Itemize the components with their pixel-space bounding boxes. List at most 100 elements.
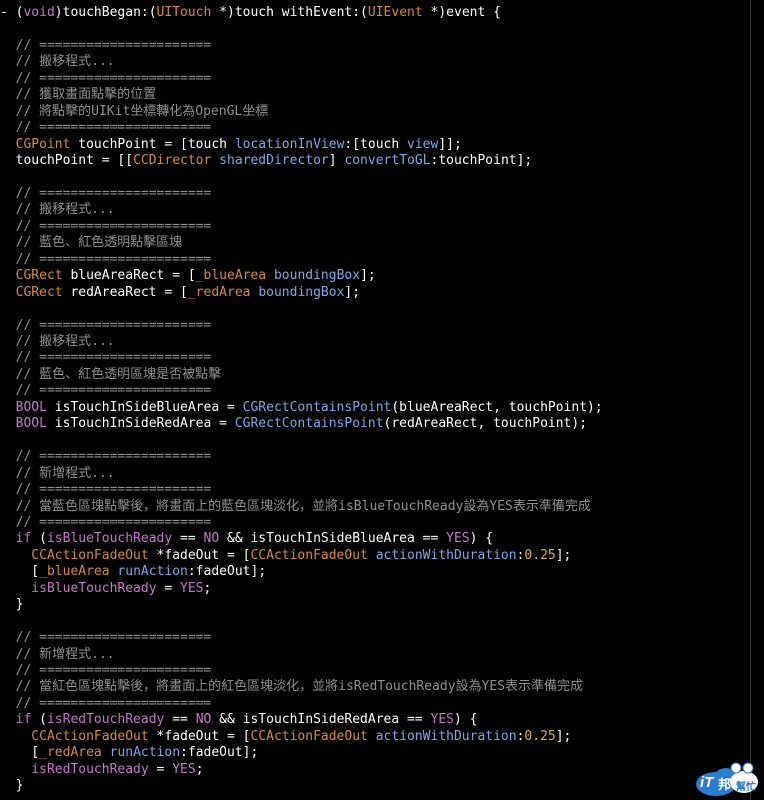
code-token-method: sharedDirector — [219, 153, 329, 169]
code-line[interactable]: // 搬移程式... — [0, 202, 115, 218]
code-line[interactable]: - (void)touchBegan:(UITouch *)touch with… — [0, 5, 501, 21]
code-token-plain: ]; — [555, 728, 572, 744]
code-token-comment: // 藍色、紅色透明區塊是否被點擊 — [0, 366, 222, 382]
code-line[interactable]: CCActionFadeOut *fadeOut = [CCActionFade… — [0, 548, 571, 564]
code-token-comment: // ====================== — [0, 251, 212, 267]
code-line[interactable]: // ====================== — [0, 482, 212, 498]
code-line[interactable]: // ====================== — [0, 449, 212, 465]
ithelp-watermark-logo: iT 邦 幫忙 — [692, 760, 762, 798]
code-line[interactable]: // 搬移程式... — [0, 54, 115, 70]
code-token-plain: ] — [328, 153, 345, 169]
code-token-comment: // ====================== — [0, 350, 212, 366]
code-token-plain: isTouchInSideRedArea = — [46, 416, 235, 432]
code-line[interactable]: CGRect blueAreaRect = [_blueArea boundin… — [0, 268, 376, 284]
code-line[interactable]: // ====================== — [0, 70, 212, 87]
code-token-plain: redAreaRect = [ — [62, 284, 188, 300]
code-token-keyword: YES — [430, 712, 454, 728]
code-line[interactable]: // ====================== — [0, 383, 212, 399]
code-token-comment: // ====================== — [0, 482, 212, 498]
code-token-comment: // ====================== — [0, 218, 212, 234]
code-line[interactable]: if (isRedTouchReady == NO && isTouchInSi… — [0, 712, 478, 728]
code-token-plain: ) { — [453, 712, 478, 728]
code-line[interactable]: // 藍色、紅色透明點擊區塊 — [0, 235, 183, 251]
code-line[interactable]: } — [0, 597, 24, 613]
code-token-type: CCActionFadeOut — [0, 547, 149, 563]
code-token-comment: // 新增程式... — [0, 646, 115, 662]
code-token-plain: touchPoint = [touch — [70, 136, 235, 152]
code-token-keyword: BOOL — [0, 399, 47, 415]
code-token-keyword: YES — [180, 580, 204, 596]
code-line[interactable]: // ====================== — [0, 630, 212, 646]
code-line[interactable]: // ====================== — [0, 38, 212, 54]
code-token-plain: = — [156, 580, 181, 596]
code-token-type: CCDirector — [133, 153, 212, 169]
code-token-comment: // 搬移程式... — [0, 334, 115, 349]
code-line[interactable]: [_blueArea runAction:fadeOut]; — [0, 564, 266, 580]
code-token-keyword: YES — [172, 761, 196, 777]
code-token-plain: [ — [0, 564, 40, 580]
code-token-comment: // ====================== — [0, 70, 212, 86]
code-token-plain: ( — [31, 712, 47, 728]
page-guide-line — [750, 0, 751, 800]
code-token-number: 0.25 — [524, 728, 556, 744]
code-line[interactable]: touchPoint = [[CCDirector sharedDirector… — [0, 153, 533, 169]
code-token-plain: ; — [203, 580, 212, 596]
code-token-plain: ( — [31, 531, 47, 547]
code-line[interactable]: [_redArea runAction:fadeOut]; — [0, 745, 258, 761]
code-token-type: CCActionFadeOut — [250, 728, 368, 744]
code-token-plain: :fadeOut]; — [180, 745, 259, 761]
code-line[interactable]: BOOL isTouchInSideRedArea = CGRectContai… — [0, 416, 587, 432]
code-line[interactable]: // 搬移程式... — [0, 334, 115, 350]
code-token-keyword: if — [0, 531, 32, 547]
code-token-method: locationInView — [234, 136, 345, 152]
code-line[interactable]: // ====================== — [0, 120, 212, 136]
code-line[interactable]: CCActionFadeOut *fadeOut = [CCActionFade… — [0, 729, 571, 745]
code-token-keyword: YES — [446, 531, 470, 547]
code-token-type: CGRect — [0, 284, 63, 300]
code-line[interactable]: // 當紅色區塊點擊後，將畫面上的紅色區塊淡化，並將isRedTouchRead… — [0, 679, 583, 695]
code-token-plain: ]]; — [438, 136, 462, 152]
code-token-comment: // 藍色、紅色透明點擊區塊 — [0, 235, 183, 251]
code-token-comment: // ====================== — [0, 383, 212, 399]
code-line[interactable]: // 獲取畫面點擊的位置 — [0, 87, 157, 103]
code-token-comment: // ====================== — [0, 663, 212, 678]
code-line[interactable]: CGPoint touchPoint = [touch locationInVi… — [0, 137, 462, 153]
code-token-method: runAction — [117, 564, 188, 580]
code-line[interactable]: // 藍色、紅色透明區塊是否被點擊 — [0, 366, 222, 383]
code-line[interactable]: isRedTouchReady = YES; — [0, 761, 203, 778]
code-token-plain: :touchPoint]; — [430, 153, 533, 169]
code-line[interactable]: CGRect redAreaRect = [_redArea boundingB… — [0, 285, 360, 301]
code-line[interactable]: // 新增程式... — [0, 647, 115, 663]
code-line[interactable]: // 當藍色區塊點擊後，將畫面上的藍色區塊淡化，並將isBlueTouchRea… — [0, 499, 591, 515]
code-token-method: actionWithDuration — [375, 547, 517, 563]
code-line[interactable]: // 將點擊的UIKit坐標轉化為OpenGL坐標 — [0, 104, 269, 120]
code-line[interactable]: // ====================== — [0, 218, 212, 235]
code-line[interactable]: // ====================== — [0, 696, 212, 712]
code-editor[interactable]: - (void)touchBegan:(UITouch *)touch with… — [0, 0, 764, 800]
code-line[interactable]: isBlueTouchReady = YES; — [0, 581, 211, 597]
code-token-keyword: BOOL — [0, 416, 47, 432]
code-token-plain: *)touch withEvent:( — [211, 5, 368, 20]
code-line[interactable]: // ====================== — [0, 663, 212, 679]
code-token-plain: ]; — [344, 284, 361, 300]
code-line[interactable]: // 新增程式... — [0, 466, 115, 482]
code-line[interactable]: // ====================== — [0, 350, 212, 366]
code-line[interactable]: // ====================== — [0, 186, 212, 202]
code-token-plain: [ — [0, 745, 40, 761]
code-token-comment: // 搬移程式... — [0, 202, 115, 218]
code-line[interactable]: BOOL isTouchInSideBlueArea = CGRectConta… — [0, 400, 603, 416]
code-line[interactable]: } — [0, 778, 24, 794]
code-token-method: actionWithDuration — [375, 728, 517, 744]
code-token-comment: // ====================== — [0, 120, 212, 136]
code-token-keyword: if — [0, 712, 32, 728]
code-line[interactable]: if (isBlueTouchReady == NO && isTouchInS… — [0, 531, 493, 547]
code-token-plain: } — [0, 778, 24, 794]
code-line[interactable]: // ====================== — [0, 515, 212, 531]
code-line[interactable]: // ====================== — [0, 318, 212, 334]
code-token-plain: && isTouchInSideRedArea == — [211, 712, 431, 728]
code-token-ivar: _redArea — [39, 745, 102, 761]
code-token-method: boundingBox — [258, 284, 345, 300]
code-line[interactable]: // ====================== — [0, 251, 212, 268]
code-token-plain: touchPoint = [[ — [0, 153, 134, 169]
